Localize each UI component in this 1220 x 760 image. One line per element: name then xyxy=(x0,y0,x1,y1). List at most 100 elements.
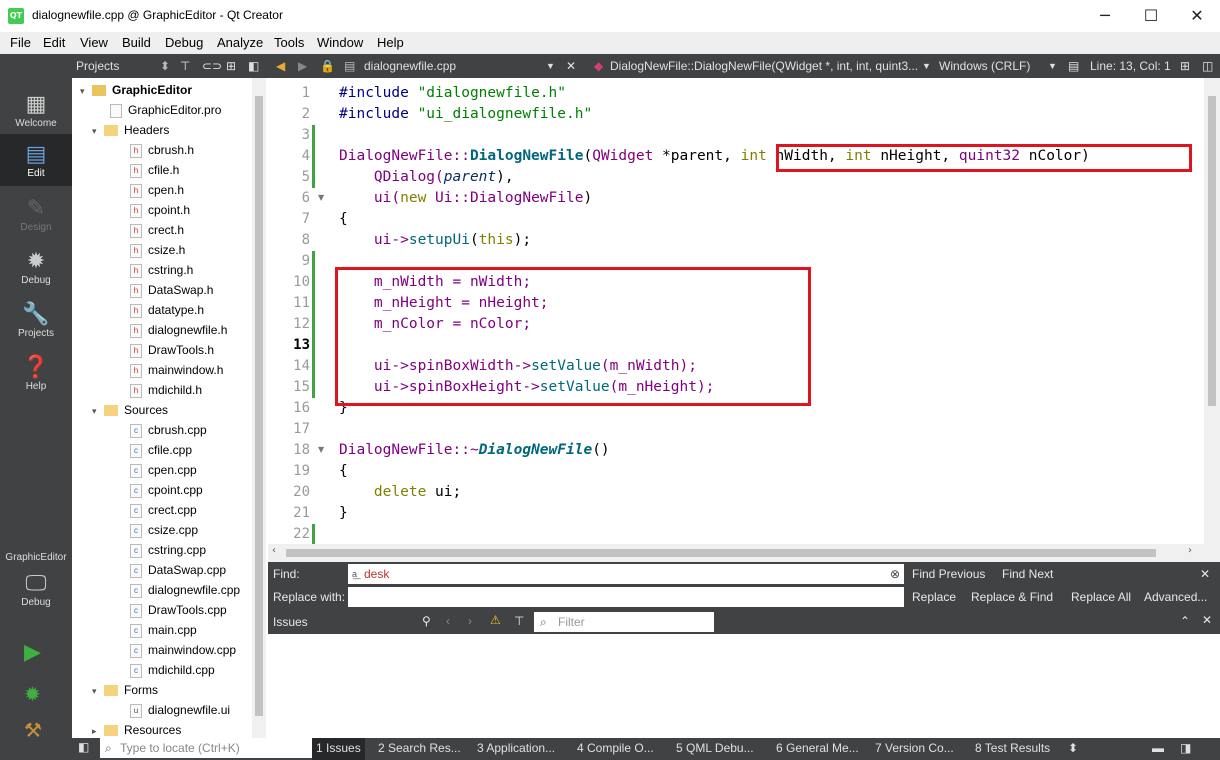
filter-icon[interactable]: ⊤ xyxy=(514,614,524,628)
menu-analyze[interactable]: Analyze xyxy=(217,35,263,50)
progress-icon[interactable]: ▬ xyxy=(1152,741,1164,755)
output-tab-version-control[interactable]: 7 Version Co... xyxy=(875,741,954,755)
warning-icon[interactable]: ⚠ xyxy=(490,613,501,627)
panel-title[interactable]: Projects xyxy=(76,59,119,73)
menu-view[interactable]: View xyxy=(80,35,108,50)
replace-find-button[interactable]: Replace & Find xyxy=(971,590,1053,604)
forward-icon[interactable]: ▶ xyxy=(298,59,307,73)
tree-folder-resources[interactable]: ▸ Resources xyxy=(92,720,181,738)
close-window-button[interactable]: ✕ xyxy=(1174,0,1220,32)
close-editor-icon[interactable]: ◫ xyxy=(1202,59,1213,73)
run-icon[interactable]: ▶ xyxy=(24,640,41,665)
back-icon[interactable]: ◀ xyxy=(276,59,285,73)
output-tab-issues[interactable]: 1 Issues xyxy=(312,738,365,760)
replace-all-button[interactable]: Replace All xyxy=(1071,590,1131,604)
tree-item[interactable]: c cbrush.cpp xyxy=(130,420,207,440)
replace-input[interactable] xyxy=(348,587,904,607)
menu-file[interactable]: File xyxy=(10,35,31,50)
menu-window[interactable]: Window xyxy=(317,35,363,50)
find-next-button[interactable]: Find Next xyxy=(1002,567,1053,581)
filter-icon[interactable]: ⊤ xyxy=(180,59,190,73)
tree-item[interactable]: h mainwindow.h xyxy=(130,360,223,380)
symbol-dropdown-icon[interactable]: ▼ xyxy=(922,61,931,71)
tree-folder-sources[interactable]: ▾ Sources xyxy=(92,400,168,420)
menu-tools[interactable]: Tools xyxy=(274,35,304,50)
tree-item[interactable]: h mdichild.h xyxy=(130,380,202,400)
link-icon[interactable]: ⊂⊃ xyxy=(202,59,222,73)
maximize-button[interactable]: ☐ xyxy=(1128,0,1174,32)
chevron-right-icon[interactable]: ▸ xyxy=(92,721,104,738)
tree-item[interactable]: h dialognewfile.h xyxy=(130,320,227,340)
cursor-position[interactable]: Line: 13, Col: 1 xyxy=(1090,59,1171,73)
fold-marker-icon[interactable]: ▼ xyxy=(318,193,324,202)
tree-item[interactable]: c cfile.cpp xyxy=(130,440,192,460)
fold-marker-icon[interactable]: ▼ xyxy=(318,445,324,454)
mode-projects[interactable]: 🔧 Projects xyxy=(0,294,72,346)
tree-item[interactable]: h cstring.h xyxy=(130,260,193,280)
find-options-icon[interactable]: a͟ xyxy=(352,564,357,584)
line-ending-selector[interactable]: Windows (CRLF) xyxy=(939,59,1030,73)
chevron-down-icon[interactable]: ▾ xyxy=(80,81,92,101)
scroll-right-icon[interactable]: › xyxy=(1188,545,1192,556)
editor-vertical-scrollbar[interactable] xyxy=(1204,78,1220,544)
split-editor-icon[interactable]: ⊞ xyxy=(1180,59,1190,73)
clean-icon[interactable]: ⚲ xyxy=(422,614,431,628)
line-ending-dropdown-icon[interactable]: ▼ xyxy=(1048,61,1057,71)
menu-build[interactable]: Build xyxy=(122,35,151,50)
close-find-icon[interactable]: ✕ xyxy=(1200,567,1210,581)
close-panel-icon[interactable]: ◧ xyxy=(248,59,259,73)
chevron-down-icon[interactable]: ▾ xyxy=(92,401,104,421)
tree-item[interactable]: GraphicEditor.pro xyxy=(110,100,221,120)
tree-item[interactable]: h cpoint.h xyxy=(130,200,190,220)
tree-item[interactable]: h crect.h xyxy=(130,220,184,240)
tree-item[interactable]: c crect.cpp xyxy=(130,500,197,520)
tree-item[interactable]: c dialognewfile.cpp xyxy=(130,580,240,600)
tree-item[interactable]: c csize.cpp xyxy=(130,520,198,540)
minimize-button[interactable]: ─ xyxy=(1082,0,1128,32)
chevron-down-icon[interactable]: ▾ xyxy=(92,681,104,701)
output-tab-compile[interactable]: 4 Compile O... xyxy=(577,741,654,755)
scroll-left-icon[interactable]: ‹ xyxy=(272,545,276,556)
mode-edit[interactable]: ▤ Edit xyxy=(0,134,72,186)
mode-debug[interactable]: ✹ Debug xyxy=(0,241,72,293)
next-issue-icon[interactable]: › xyxy=(468,614,472,628)
panel-dropdown-icon[interactable]: ⬍ xyxy=(160,59,170,73)
tree-item[interactable]: h csize.h xyxy=(130,240,185,260)
editor-horizontal-scrollbar[interactable]: ‹ › xyxy=(268,544,1220,562)
advanced-button[interactable]: Advanced... xyxy=(1144,590,1207,604)
output-tab-application[interactable]: 3 Application... xyxy=(477,741,555,755)
clear-search-icon[interactable]: ⊗ xyxy=(890,564,900,584)
replace-button[interactable]: Replace xyxy=(912,590,956,604)
mode-welcome[interactable]: ▦ Welcome xyxy=(0,84,72,136)
output-tab-test-results[interactable]: 8 Test Results xyxy=(975,741,1050,755)
tree-item[interactable]: c main.cpp xyxy=(130,620,197,640)
code-editor[interactable]: 1 2 3 4 5 6 7 8 9 10 11 12 13 14 15 16 1… xyxy=(268,78,1220,544)
tree-item[interactable]: h cfile.h xyxy=(130,160,179,180)
tree-item[interactable]: h datatype.h xyxy=(130,300,204,320)
tree-item[interactable]: c mdichild.cpp xyxy=(130,660,215,680)
tree-item[interactable]: c mainwindow.cpp xyxy=(130,640,236,660)
output-tab-general[interactable]: 6 General Me... xyxy=(776,741,859,755)
menu-help[interactable]: Help xyxy=(377,35,404,50)
tree-item[interactable]: c DrawTools.cpp xyxy=(130,600,227,620)
menu-edit[interactable]: Edit xyxy=(43,35,65,50)
close-file-icon[interactable]: ✕ xyxy=(566,59,576,73)
kit-selector[interactable]: GraphicEditor 🖵 Debug xyxy=(0,546,72,616)
mode-help[interactable]: ❓ Help xyxy=(0,347,72,399)
menu-debug[interactable]: Debug xyxy=(165,35,203,50)
tree-item[interactable]: h cbrush.h xyxy=(130,140,194,160)
symbol-selector[interactable]: DialogNewFile::DialogNewFile(QWidget *, … xyxy=(610,59,918,73)
tree-item[interactable]: c cpen.cpp xyxy=(130,460,197,480)
current-file[interactable]: dialognewfile.cpp xyxy=(364,59,456,73)
scroll-thumb[interactable] xyxy=(286,549,1156,557)
output-tab-search[interactable]: 2 Search Res... xyxy=(378,741,461,755)
prev-issue-icon[interactable]: ‹ xyxy=(446,614,450,628)
toggle-sidebar-icon[interactable]: ◧ xyxy=(78,740,89,754)
debug-run-icon[interactable]: ✹ xyxy=(24,682,41,706)
chevron-down-icon[interactable]: ▾ xyxy=(92,121,104,141)
tree-item[interactable]: h DataSwap.h xyxy=(130,280,213,300)
tree-scrollbar[interactable] xyxy=(252,78,266,738)
tree-item[interactable]: h cpen.h xyxy=(130,180,184,200)
scroll-thumb[interactable] xyxy=(255,96,263,716)
tree-item[interactable]: u dialognewfile.ui xyxy=(130,700,230,720)
